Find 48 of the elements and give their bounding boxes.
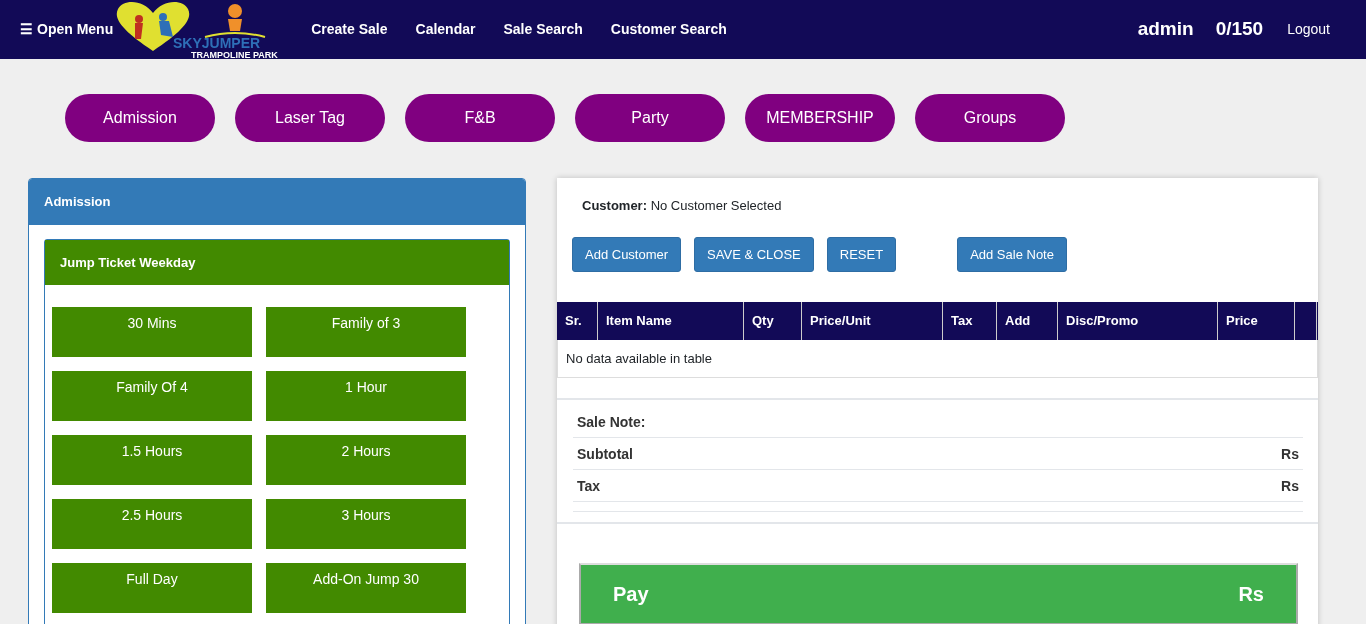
category-tab[interactable]: Party (575, 94, 725, 142)
category-tab[interactable]: Laser Tag (235, 94, 385, 142)
product-button[interactable]: 2.5 Hours (52, 499, 252, 549)
column-header: Item Name (598, 302, 744, 340)
column-header: Sr. (557, 302, 598, 340)
empty-table-message: No data available in table (566, 350, 712, 366)
menu-button[interactable]: ☰ Open Menu (20, 19, 114, 40)
product-button[interactable]: 1 Hour (266, 371, 466, 421)
action-button[interactable]: Add Sale Note (957, 236, 1067, 272)
product-button[interactable]: Family Of 4 (52, 371, 252, 421)
product-button[interactable]: Add-On Jump 30 (266, 563, 466, 613)
menu-icon: ☰ (20, 19, 33, 40)
column-header: Qty (744, 302, 802, 340)
summary-value: Rs (1281, 444, 1299, 463)
product-button[interactable]: 1.5 Hours (52, 435, 252, 485)
action-button[interactable]: Add Customer (572, 236, 682, 272)
pay-button[interactable]: Pay Rs (579, 562, 1298, 624)
column-header: Add (997, 302, 1058, 340)
category-tab[interactable]: Admission (65, 94, 215, 142)
customer-info: Customer: No Customer Selected (581, 197, 783, 215)
nav-link[interactable]: Sale Search (503, 19, 583, 40)
column-header: Price/Unit (802, 302, 943, 340)
column-header: Tax (943, 302, 997, 340)
product-button[interactable]: Family of 3 (266, 307, 466, 357)
action-button[interactable]: RESET (826, 236, 897, 272)
ticket-counter: 0/150 (1215, 17, 1264, 42)
summary-label: Subtotal (577, 444, 633, 463)
product-button[interactable]: Full Day (52, 563, 252, 613)
logo: SKYJUMPER TRAMPOLINE PARK (113, 0, 296, 59)
summary-label: Tax (577, 476, 601, 495)
action-button[interactable]: SAVE & CLOSE (694, 236, 814, 272)
column-header: Price (1218, 302, 1295, 340)
category-tab[interactable]: F&B (405, 94, 555, 142)
summary-value: Rs (1281, 476, 1299, 495)
category-tab[interactable]: Groups (915, 94, 1065, 142)
nav-link[interactable]: Create Sale (311, 19, 388, 40)
group-title: Jump Ticket Weekday (45, 239, 509, 285)
category-tab[interactable]: MEMBERSHIP (745, 94, 895, 142)
logout-link[interactable]: Logout (1287, 19, 1330, 40)
summary-label: Sale Note: (577, 412, 646, 431)
nav-link[interactable]: Calendar (415, 19, 476, 40)
column-header: Disc/Promo (1058, 302, 1218, 340)
username: admin (1137, 17, 1194, 42)
product-button[interactable]: 30 Mins (52, 307, 252, 357)
product-button[interactable]: 3 Hours (266, 499, 466, 549)
product-button[interactable]: 2 Hours (266, 435, 466, 485)
nav-link[interactable]: Customer Search (610, 19, 727, 40)
panel-title: Admission (29, 179, 525, 225)
